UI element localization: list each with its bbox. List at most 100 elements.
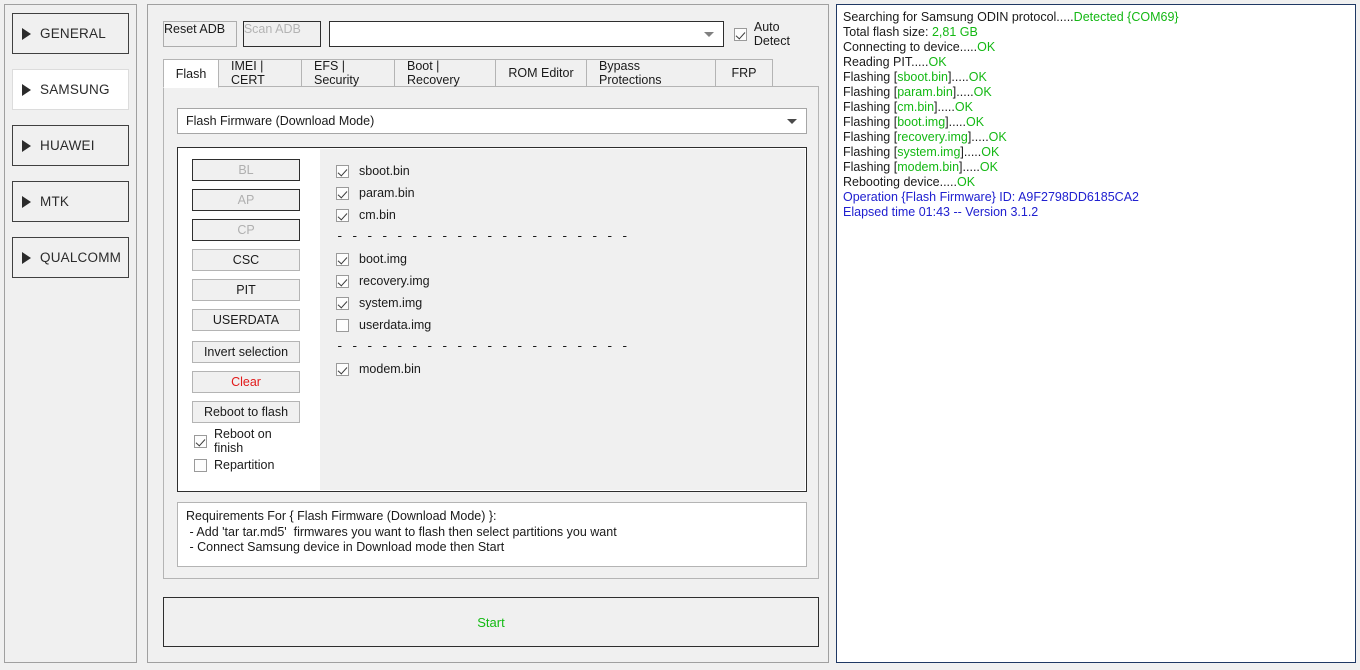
option-label: Reboot on finish (214, 427, 272, 455)
file-checkbox-param-bin[interactable]: param.bin (336, 182, 805, 204)
device-select[interactable] (328, 21, 724, 47)
tab-label: Bypass Protections (599, 59, 662, 87)
partition-button-bl: BL (192, 159, 300, 181)
file-checkbox-system-img[interactable]: system.img (336, 292, 805, 314)
operation-select-value: Flash Firmware (Download Mode) (186, 114, 375, 128)
log-segment: Total flash size: (843, 25, 932, 39)
application-window: GENERAL SAMSUNG HUAWEI MTK QUALCOMM Reset AD… (0, 0, 1360, 670)
partition-button-ap: AP (192, 189, 300, 211)
log-segment: OK (979, 160, 998, 174)
partition-group: BL AP CP CSC PIT USERDATA Invert selection Clea… (177, 147, 807, 492)
partition-button-cp: CP (192, 219, 300, 241)
log-segment: Flashing [ (843, 160, 898, 174)
log-segment: OK (988, 130, 1007, 144)
partition-file-list: sboot.bin param.bin cm.bin - - - - - - - - … (320, 149, 805, 490)
log-segment: system.img (897, 145, 961, 159)
file-checkbox-cm-bin[interactable]: cm.bin (336, 204, 805, 226)
file-label: sboot.bin (359, 164, 410, 178)
tab-label: ROM Editor (508, 66, 574, 80)
checkbox-icon (336, 318, 349, 332)
sidebar-item-label: QUALCOMM (40, 250, 122, 265)
tab-efs-security[interactable]: EFS | Security (301, 59, 395, 87)
partition-button-userdata[interactable]: USERDATA (192, 309, 300, 331)
tab-label: IMEI | CERT (231, 59, 265, 87)
invert-selection-button[interactable]: Invert selection (192, 341, 300, 363)
reboot-on-finish-checkbox[interactable]: Reboot on finish (192, 427, 300, 455)
log-segment: OK (968, 70, 987, 84)
tab-rom-editor[interactable]: ROM Editor (495, 59, 587, 86)
reboot-to-flash-button[interactable]: Reboot to flash (192, 401, 300, 423)
tab-imei-cert[interactable]: IMEI | CERT (218, 59, 302, 87)
log-line: Flashing [recovery.img].....OK (843, 130, 1349, 145)
file-checkbox-userdata-img[interactable]: userdata.img (336, 314, 805, 336)
file-group-separator: - - - - - - - - - - - - - - - - - - - - (336, 230, 629, 244)
file-checkbox-sboot-bin[interactable]: sboot.bin (336, 160, 805, 182)
chevron-down-icon (703, 32, 714, 37)
log-segment: Reading PIT..... (843, 55, 929, 69)
log-segment: ]..... (945, 115, 966, 129)
checkbox-icon (336, 362, 349, 376)
file-checkbox-recovery-img[interactable]: recovery.img (336, 270, 805, 292)
log-segment: OK (956, 175, 976, 189)
tab-flash[interactable]: Flash (163, 59, 219, 88)
repartition-checkbox[interactable]: Repartition (192, 455, 300, 475)
log-line: Flashing [param.bin].....OK (843, 85, 1349, 100)
log-segment: Flashing [ (843, 130, 898, 144)
sidebar-item-label: HUAWEI (40, 138, 95, 153)
log-segment: Flashing [ (843, 115, 898, 129)
log-line: Rebooting device.....OK (843, 175, 1349, 190)
file-label: param.bin (359, 186, 415, 200)
auto-detect-label: Auto Detect (753, 20, 790, 48)
log-line: Reading PIT.....OK (843, 55, 1349, 70)
log-segment: OK (928, 55, 947, 69)
file-label: recovery.img (359, 274, 430, 288)
file-label: boot.img (359, 252, 407, 266)
file-checkbox-boot-img[interactable]: boot.img (336, 248, 805, 270)
log-line: Flashing [boot.img].....OK (843, 115, 1349, 130)
start-button[interactable]: Start (163, 597, 819, 647)
file-group-separator: - - - - - - - - - - - - - - - - - - - - (336, 340, 629, 354)
triangle-right-icon (22, 27, 31, 40)
reset-adb-button[interactable]: Reset ADB (163, 21, 237, 47)
log-segment: OK (981, 145, 1000, 159)
checkbox-icon (194, 458, 207, 472)
log-segment: boot.img (897, 115, 946, 129)
checkbox-icon (336, 274, 349, 288)
checkbox-icon (336, 208, 349, 222)
flash-tab-page: Flash Firmware (Download Mode) BL AP CP CSC… (163, 87, 819, 579)
log-segment: OK (977, 40, 996, 54)
log-segment: ]..... (934, 100, 955, 114)
sidebar-item-general[interactable]: GENERAL (12, 13, 129, 54)
partition-button-pit[interactable]: PIT (192, 279, 300, 301)
checkbox-icon (336, 186, 349, 200)
triangle-right-icon (22, 139, 31, 152)
tab-frp[interactable]: FRP (715, 59, 773, 86)
sidebar-item-label: GENERAL (40, 26, 106, 41)
sidebar-item-huawei[interactable]: HUAWEI (12, 125, 129, 166)
tab-bar: Flash IMEI | CERT EFS | Security Boot | Rec… (163, 59, 819, 88)
partition-button-csc[interactable]: CSC (192, 249, 300, 271)
log-line: Elapsed time 01:43 -- Version 3.1.2 (843, 205, 1349, 220)
log-line: Total flash size: 2,81 GB (843, 25, 1349, 40)
auto-detect-checkbox[interactable]: Auto Detect (733, 20, 819, 48)
operation-select[interactable]: Flash Firmware (Download Mode) (177, 108, 807, 134)
sidebar-item-qualcomm[interactable]: QUALCOMM (12, 237, 129, 278)
checkbox-icon (733, 27, 747, 41)
log-line: Flashing [sboot.bin].....OK (843, 70, 1349, 85)
log-segment: Flashing [ (843, 100, 898, 114)
sidebar-item-samsung[interactable]: SAMSUNG (12, 69, 129, 110)
sidebar-item-label: SAMSUNG (40, 82, 110, 97)
tab-boot-recovery[interactable]: Boot | Recovery (394, 59, 496, 87)
file-checkbox-modem-bin[interactable]: modem.bin (336, 358, 805, 380)
scan-adb-button[interactable]: Scan ADB (242, 21, 321, 47)
option-label: Repartition (214, 458, 275, 472)
log-segment: Flashing [ (843, 70, 898, 84)
sidebar-item-label: MTK (40, 194, 70, 209)
clear-button[interactable]: Clear (192, 371, 300, 393)
tab-bypass-protections[interactable]: Bypass Protections (586, 59, 716, 87)
sidebar-item-mtk[interactable]: MTK (12, 181, 129, 222)
log-segment: OK (966, 115, 985, 129)
log-panel[interactable]: Searching for Samsung ODIN protocol.....… (836, 4, 1356, 663)
triangle-right-icon (22, 195, 31, 208)
toolbar: Reset ADB Scan ADB Auto Detect (163, 18, 819, 50)
